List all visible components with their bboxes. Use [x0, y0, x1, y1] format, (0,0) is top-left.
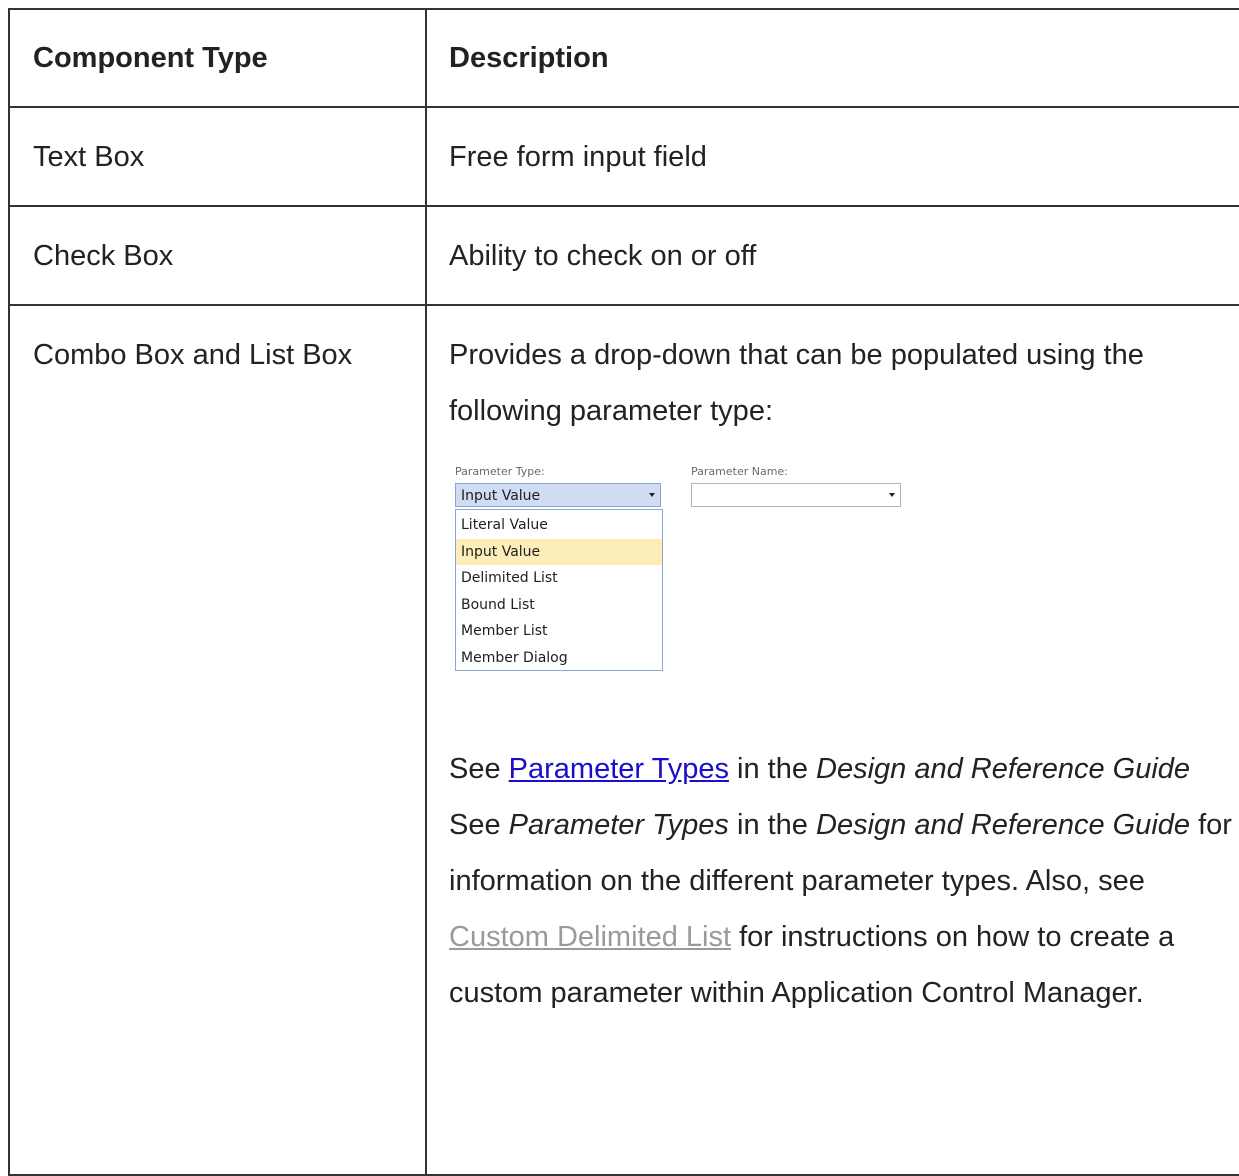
- option-bound-list: Bound List: [461, 596, 535, 613]
- option-member-list: Member List: [461, 623, 548, 639]
- parameter-types-link[interactable]: Parameter Types: [509, 753, 729, 785]
- note-guide-italic-2: Design and Reference Guide: [816, 809, 1191, 841]
- component-description-intro: Provides a drop-down that can be populat…: [449, 339, 1144, 427]
- parameter-type-dialog-image: Parameter Type: Parameter Name: Input Va…: [455, 465, 925, 683]
- description-content: Provides a drop-down that can be populat…: [427, 306, 1239, 1021]
- option-delimited-list: Delimited List: [461, 570, 558, 586]
- parameter-type-options-list: Literal Value Input Value Delimited List…: [455, 509, 663, 671]
- table-row: Text Box Free form input field: [8, 106, 1239, 207]
- option-literal-value: Literal Value: [461, 517, 548, 533]
- component-cell: Text Box: [8, 106, 427, 207]
- chevron-down-icon: [649, 493, 655, 497]
- parameter-name-select: [691, 483, 901, 507]
- chevron-down-icon: [889, 493, 895, 497]
- table-row: Check Box Ability to check on or off: [8, 205, 1239, 306]
- table-row: Combo Box and List Box Provides a drop-d…: [8, 304, 1239, 1176]
- note-see-1: See: [449, 753, 509, 785]
- note-in-the-1: in the: [728, 753, 817, 785]
- table-header-row: Component Type Description: [8, 8, 1239, 108]
- note-see-2: See: [449, 809, 509, 841]
- parameter-type-label: Parameter Type:: [455, 465, 545, 478]
- header-component-type: Component Type: [8, 8, 427, 108]
- header-component-type-label: Component Type: [33, 42, 268, 74]
- parameter-name-label: Parameter Name:: [691, 465, 788, 478]
- component-name: Check Box: [33, 240, 174, 272]
- component-types-table: Component Type Description Text Box Free…: [8, 8, 1239, 1176]
- component-cell: Check Box: [8, 205, 427, 306]
- description-cell: Provides a drop-down that can be populat…: [425, 304, 1239, 1176]
- component-name: Combo Box and List Box: [33, 339, 353, 371]
- parameter-type-select: Input Value: [455, 483, 661, 507]
- description-cell: Ability to check on or off: [425, 205, 1239, 306]
- custom-delimited-list-link[interactable]: Custom Delimited List: [449, 921, 731, 953]
- component-description: Free form input field: [449, 141, 707, 173]
- parameter-type-value: Input Value: [461, 488, 541, 504]
- header-description: Description: [425, 8, 1239, 108]
- description-cell: Free form input field: [425, 106, 1239, 207]
- option-input-value: Input Value: [456, 538, 662, 565]
- note-parameter-types-italic: Parameter Types: [508, 809, 729, 841]
- option-member-dialog: Member Dialog: [461, 649, 568, 666]
- component-name: Text Box: [33, 141, 145, 173]
- note-guide-italic-1: Design and Reference Guide: [816, 753, 1191, 785]
- note-in-the-2: in the: [728, 809, 816, 841]
- header-description-label: Description: [449, 42, 609, 74]
- component-cell: Combo Box and List Box: [8, 304, 427, 1176]
- reference-note: See Parameter Types in the Design and Re…: [449, 741, 1238, 1021]
- component-description: Ability to check on or off: [449, 240, 757, 272]
